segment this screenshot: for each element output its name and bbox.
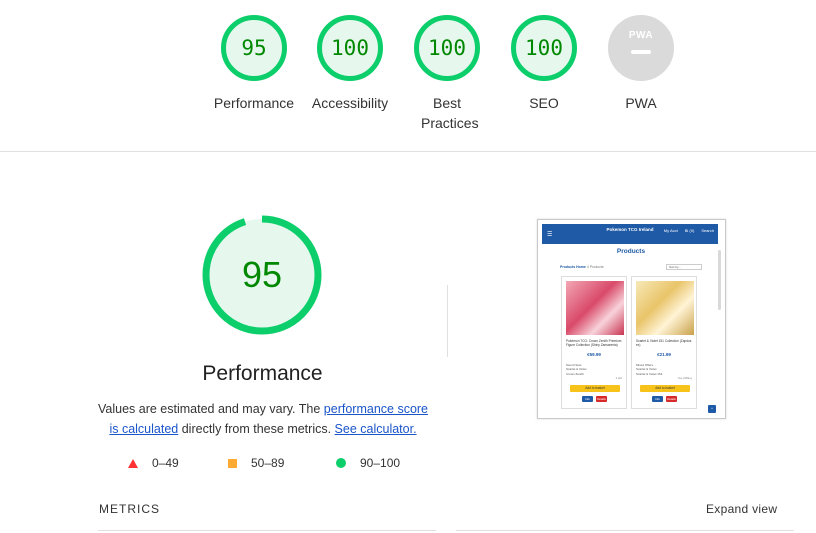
- feature-item: Crown Zenith: [566, 371, 584, 376]
- product-stock: 1 left: [615, 376, 622, 380]
- gauge-score: 100: [525, 36, 563, 60]
- gauge-label: Performance: [213, 95, 295, 111]
- pass-circle-icon: [336, 458, 346, 468]
- info-button: Info: [652, 396, 663, 402]
- gauge-seo[interactable]: 100 SEO: [496, 15, 592, 113]
- header-divider: [0, 151, 816, 152]
- gauge-label: Best Practices: [421, 95, 479, 131]
- performance-description: Values are estimated and may vary. The p…: [96, 399, 430, 439]
- legend-pass: 90–100: [336, 456, 400, 470]
- info-button: Info: [582, 396, 593, 402]
- add-to-basket-button: Add to basket: [640, 385, 690, 392]
- product-name: Pokémon TCG: Crown Zenith Premium Figure…: [566, 339, 622, 347]
- legend-fail: 0–49: [128, 456, 179, 470]
- search-icon: Search: [701, 228, 714, 233]
- product-buttons: Info Details: [582, 396, 607, 402]
- site-breadcrumb: Products Home 4 Products: [560, 265, 604, 269]
- final-screenshot[interactable]: ☰ Pokemon TCG Ireland My Acct Bl (0) Sea…: [537, 219, 726, 419]
- gauge-pwa[interactable]: PWA PWA: [593, 15, 689, 113]
- product-image: [636, 281, 694, 335]
- sort-select: Sort by...: [666, 264, 702, 270]
- legend-range: 90–100: [360, 456, 401, 470]
- see-calculator-link[interactable]: See calculator.: [335, 422, 417, 436]
- product-image: [566, 281, 624, 335]
- gauge-ring: 100: [317, 15, 383, 81]
- product-card: Scarlet & Violet 151 Collection (Zapdos …: [631, 276, 697, 409]
- site-title: Pokemon TCG Ireland: [606, 227, 654, 232]
- legend-average: 50–89: [228, 456, 284, 470]
- gauge-score: 95: [241, 36, 267, 60]
- product-features: Mixed Offers Scarlet & Violet Scarlet & …: [636, 363, 662, 376]
- product-stock: Yes (999+): [677, 376, 692, 380]
- hamburger-icon: ☰: [547, 232, 553, 238]
- gauge-ring: 100: [414, 15, 480, 81]
- gauge-label: Accessibility: [311, 95, 389, 111]
- scroll-top-icon: ^: [708, 405, 716, 413]
- pwa-logo: PWA: [628, 30, 654, 41]
- product-buttons: Info Details: [652, 396, 677, 402]
- category-gauges: 95 Performance 100 Accessibility 100 Bes…: [0, 0, 816, 152]
- breadcrumb-home: Products Home: [560, 265, 586, 269]
- gauge-label: PWA: [625, 95, 657, 111]
- legend-range: 50–89: [251, 456, 285, 470]
- feature-item: Scarlet & Violet 151: [636, 371, 663, 376]
- metrics-divider: [98, 530, 436, 531]
- basket-icon: Bl (0): [684, 228, 695, 233]
- product-price: €21.99: [657, 352, 671, 357]
- account-icon: My Acct: [663, 228, 678, 233]
- product-features: Sword Sets Scarlet & Violet Crown Zenith: [566, 363, 586, 376]
- pwa-badge-icon: PWA: [608, 15, 674, 81]
- gauge-ring: 95: [221, 15, 287, 81]
- pwa-dash-icon: [631, 50, 651, 54]
- gauge-best-practices[interactable]: 100 Best Practices: [399, 15, 495, 133]
- site-header-icons: My Acct Bl (0) Search: [664, 228, 714, 233]
- add-to-basket-button: Add to basket: [570, 385, 620, 392]
- performance-score: 95: [241, 254, 283, 295]
- gauge-score: 100: [331, 36, 369, 60]
- site-heading: Products: [616, 248, 646, 255]
- desc-text: directly from these metrics.: [178, 422, 335, 436]
- product-card: Pokémon TCG: Crown Zenith Premium Figure…: [561, 276, 627, 409]
- gauge-score: 100: [428, 36, 466, 60]
- product-name: Scarlet & Violet 151 Collection (Zapdos …: [636, 339, 692, 347]
- expand-view-toggle[interactable]: Expand view: [706, 502, 777, 516]
- details-button: Details: [596, 396, 607, 402]
- gauge-performance[interactable]: 95 Performance: [206, 15, 302, 113]
- details-button: Details: [666, 396, 677, 402]
- fail-triangle-icon: [128, 458, 138, 468]
- score-legend: 0–49 50–89 90–100: [0, 456, 520, 474]
- breadcrumb-count: 4 Products: [586, 265, 604, 269]
- product-price: €59.99: [587, 352, 601, 357]
- performance-title: Performance: [202, 362, 323, 385]
- vertical-separator: [447, 285, 448, 357]
- average-square-icon: [228, 458, 237, 468]
- gauge-label: SEO: [529, 95, 559, 111]
- metrics-heading: METRICS: [99, 502, 160, 516]
- legend-range: 0–49: [152, 456, 179, 470]
- desc-text: Values are estimated and may vary. The: [97, 402, 324, 416]
- gauge-accessibility[interactable]: 100 Accessibility: [302, 15, 398, 113]
- metrics-divider: [456, 530, 794, 531]
- scrollbar: [718, 250, 721, 310]
- gauge-ring: 100: [511, 15, 577, 81]
- site-header: ☰ Pokemon TCG Ireland My Acct Bl (0) Sea…: [542, 224, 718, 244]
